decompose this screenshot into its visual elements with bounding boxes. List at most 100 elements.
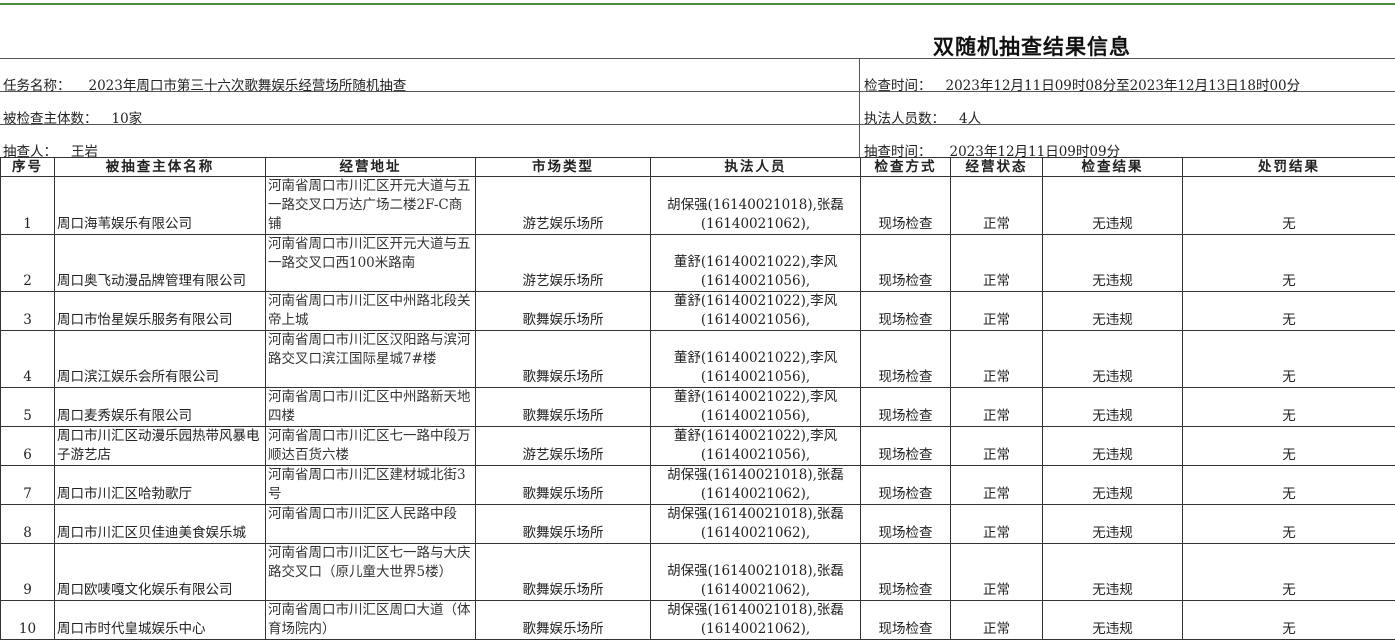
law-enforcement-officers-cell: 胡保强(16140021018),张磊(16140021062),	[651, 177, 861, 235]
table-row: 8周口市川汇区贝佳迪美食娱乐城河南省周口市川汇区人民路中段歌舞娱乐场所胡保强(1…	[1, 505, 1395, 544]
row-number-cell: 4	[1, 331, 55, 388]
subjects-count-field: 被检查主体数：10家	[3, 107, 142, 127]
column-header: 检查结果	[1043, 158, 1183, 177]
top-border	[0, 3, 1395, 5]
business-status-cell: 正常	[951, 292, 1043, 331]
business-status-cell: 正常	[951, 544, 1043, 601]
business-address-cell: 河南省周口市川汇区中州路新天地四楼	[266, 388, 476, 427]
column-header: 序号	[1, 158, 55, 177]
officers-count-field: 执法人员数： 4人	[864, 107, 981, 127]
row-number-cell: 7	[1, 466, 55, 505]
market-type-cell: 歌舞娱乐场所	[476, 331, 651, 388]
inspection-result-cell: 无违规	[1043, 466, 1183, 505]
table-row: 5周口麦秀娱乐有限公司河南省周口市川汇区中州路新天地四楼歌舞娱乐场所董舒(161…	[1, 388, 1395, 427]
business-address-cell: 河南省周口市川汇区人民路中段	[266, 505, 476, 544]
table-row: 2周口奥飞动漫品牌管理有限公司河南省周口市川汇区开元大道与五一路交叉口西100米…	[1, 235, 1395, 292]
law-enforcement-officers-cell: 胡保强(16140021018),张磊(16140021062),	[651, 544, 861, 601]
inspection-result-cell: 无违规	[1043, 177, 1183, 235]
business-address-cell: 河南省周口市川汇区周口大道（体育场院内）	[266, 601, 476, 640]
penalty-result-cell: 无	[1183, 235, 1395, 292]
inspection-result-cell: 无违规	[1043, 331, 1183, 388]
check-time-label: 检查时间：	[864, 78, 932, 94]
task-name-value: 2023年周口市第三十六次歌舞娱乐经营场所随机抽查	[89, 78, 407, 94]
inspection-method-cell: 现场检查	[861, 331, 951, 388]
market-type-cell: 歌舞娱乐场所	[476, 388, 651, 427]
penalty-result-cell: 无	[1183, 292, 1395, 331]
officers-count-value: 4人	[959, 111, 981, 127]
table-header-row: 序号 被抽查主体名称 经营地址 市场类型 执法人员 检查方式 经营状态 检查结果…	[1, 158, 1395, 177]
law-enforcement-officers-cell: 董舒(16140021022),李风(16140021056),	[651, 331, 861, 388]
business-status-cell: 正常	[951, 466, 1043, 505]
row-number-cell: 3	[1, 292, 55, 331]
inspection-method-cell: 现场检查	[861, 235, 951, 292]
law-enforcement-officers-cell: 胡保强(16140021018),张磊(16140021062),	[651, 466, 861, 505]
inspection-result-cell: 无违规	[1043, 601, 1183, 640]
check-time-field: 检查时间： 2023年12月11日09时08分至2023年12月13日18时00分	[864, 74, 1300, 94]
task-name-field: 任务名称：2023年周口市第三十六次歌舞娱乐经营场所随机抽查	[3, 74, 406, 94]
penalty-result-cell: 无	[1183, 427, 1395, 466]
inspection-method-cell: 现场检查	[861, 292, 951, 331]
business-status-cell: 正常	[951, 177, 1043, 235]
business-address-cell: 河南省周口市川汇区建材城北街3号	[266, 466, 476, 505]
subject-name-cell: 周口麦秀娱乐有限公司	[55, 388, 266, 427]
market-type-cell: 歌舞娱乐场所	[476, 601, 651, 640]
inspection-method-cell: 现场检查	[861, 427, 951, 466]
penalty-result-cell: 无	[1183, 331, 1395, 388]
inspection-method-cell: 现场检查	[861, 388, 951, 427]
penalty-result-cell: 无	[1183, 388, 1395, 427]
law-enforcement-officers-cell: 董舒(16140021022),李风(16140021056),	[651, 292, 861, 331]
market-type-cell: 歌舞娱乐场所	[476, 466, 651, 505]
table-row: 7周口市川汇区哈勃歌厅河南省周口市川汇区建材城北街3号歌舞娱乐场所胡保强(161…	[1, 466, 1395, 505]
table-row: 3周口市怡星娱乐服务有限公司河南省周口市川汇区中州路北段关帝上城歌舞娱乐场所董舒…	[1, 292, 1395, 331]
inspection-result-cell: 无违规	[1043, 544, 1183, 601]
business-address-cell: 河南省周口市川汇区中州路北段关帝上城	[266, 292, 476, 331]
law-enforcement-officers-cell: 董舒(16140021022),李风(16140021056),	[651, 427, 861, 466]
market-type-cell: 歌舞娱乐场所	[476, 292, 651, 331]
market-type-cell: 游艺娱乐场所	[476, 427, 651, 466]
table-row: 1周口海苇娱乐有限公司河南省周口市川汇区开元大道与五一路交叉口万达广场二楼2F-…	[1, 177, 1395, 235]
officers-count-label: 执法人员数：	[864, 111, 945, 127]
divider	[0, 124, 1395, 125]
subjects-count-value: 10家	[112, 111, 143, 127]
table-body: 1周口海苇娱乐有限公司河南省周口市川汇区开元大道与五一路交叉口万达广场二楼2F-…	[1, 177, 1395, 640]
inspection-method-cell: 现场检查	[861, 466, 951, 505]
business-address-cell: 河南省周口市川汇区七一路与大庆路交叉口（原儿童大世界5楼）	[266, 544, 476, 601]
row-number-cell: 6	[1, 427, 55, 466]
column-header: 经营状态	[951, 158, 1043, 177]
inspection-method-cell: 现场检查	[861, 177, 951, 235]
table-row: 6周口市川汇区动漫乐园热带风暴电子游艺店河南省周口市川汇区七一路中段万顺达百货六…	[1, 427, 1395, 466]
column-header: 市场类型	[476, 158, 651, 177]
subject-name-cell: 周口市怡星娱乐服务有限公司	[55, 292, 266, 331]
subject-name-cell: 周口市川汇区贝佳迪美食娱乐城	[55, 505, 266, 544]
column-header: 经营地址	[266, 158, 476, 177]
row-number-cell: 10	[1, 601, 55, 640]
business-status-cell: 正常	[951, 601, 1043, 640]
check-time-value: 2023年12月11日09时08分至2023年12月13日18时00分	[946, 78, 1301, 94]
market-type-cell: 游艺娱乐场所	[476, 235, 651, 292]
table-row: 4周口滨江娱乐会所有限公司河南省周口市川汇区汉阳路与滨河路交叉口滨江国际星城7#…	[1, 331, 1395, 388]
penalty-result-cell: 无	[1183, 601, 1395, 640]
row-number-cell: 5	[1, 388, 55, 427]
row-number-cell: 2	[1, 235, 55, 292]
inspection-method-cell: 现场检查	[861, 544, 951, 601]
business-status-cell: 正常	[951, 235, 1043, 292]
penalty-result-cell: 无	[1183, 466, 1395, 505]
business-status-cell: 正常	[951, 427, 1043, 466]
market-type-cell: 游艺娱乐场所	[476, 177, 651, 235]
law-enforcement-officers-cell: 胡保强(16140021018),张磊(16140021062),	[651, 601, 861, 640]
divider	[859, 58, 860, 158]
market-type-cell: 歌舞娱乐场所	[476, 544, 651, 601]
law-enforcement-officers-cell: 胡保强(16140021018),张磊(16140021062),	[651, 505, 861, 544]
inspection-method-cell: 现场检查	[861, 601, 951, 640]
subject-name-cell: 周口欧唛嘎文化娱乐有限公司	[55, 544, 266, 601]
inspection-result-cell: 无违规	[1043, 292, 1183, 331]
business-address-cell: 河南省周口市川汇区开元大道与五一路交叉口万达广场二楼2F-C商铺	[266, 177, 476, 235]
subject-name-cell: 周口市川汇区动漫乐园热带风暴电子游艺店	[55, 427, 266, 466]
business-address-cell: 河南省周口市川汇区汉阳路与滨河路交叉口滨江国际星城7#楼	[266, 331, 476, 388]
column-header: 执法人员	[651, 158, 861, 177]
subject-name-cell: 周口海苇娱乐有限公司	[55, 177, 266, 235]
divider	[0, 58, 1395, 59]
penalty-result-cell: 无	[1183, 505, 1395, 544]
business-address-cell: 河南省周口市川汇区七一路中段万顺达百货六楼	[266, 427, 476, 466]
subject-name-cell: 周口滨江娱乐会所有限公司	[55, 331, 266, 388]
